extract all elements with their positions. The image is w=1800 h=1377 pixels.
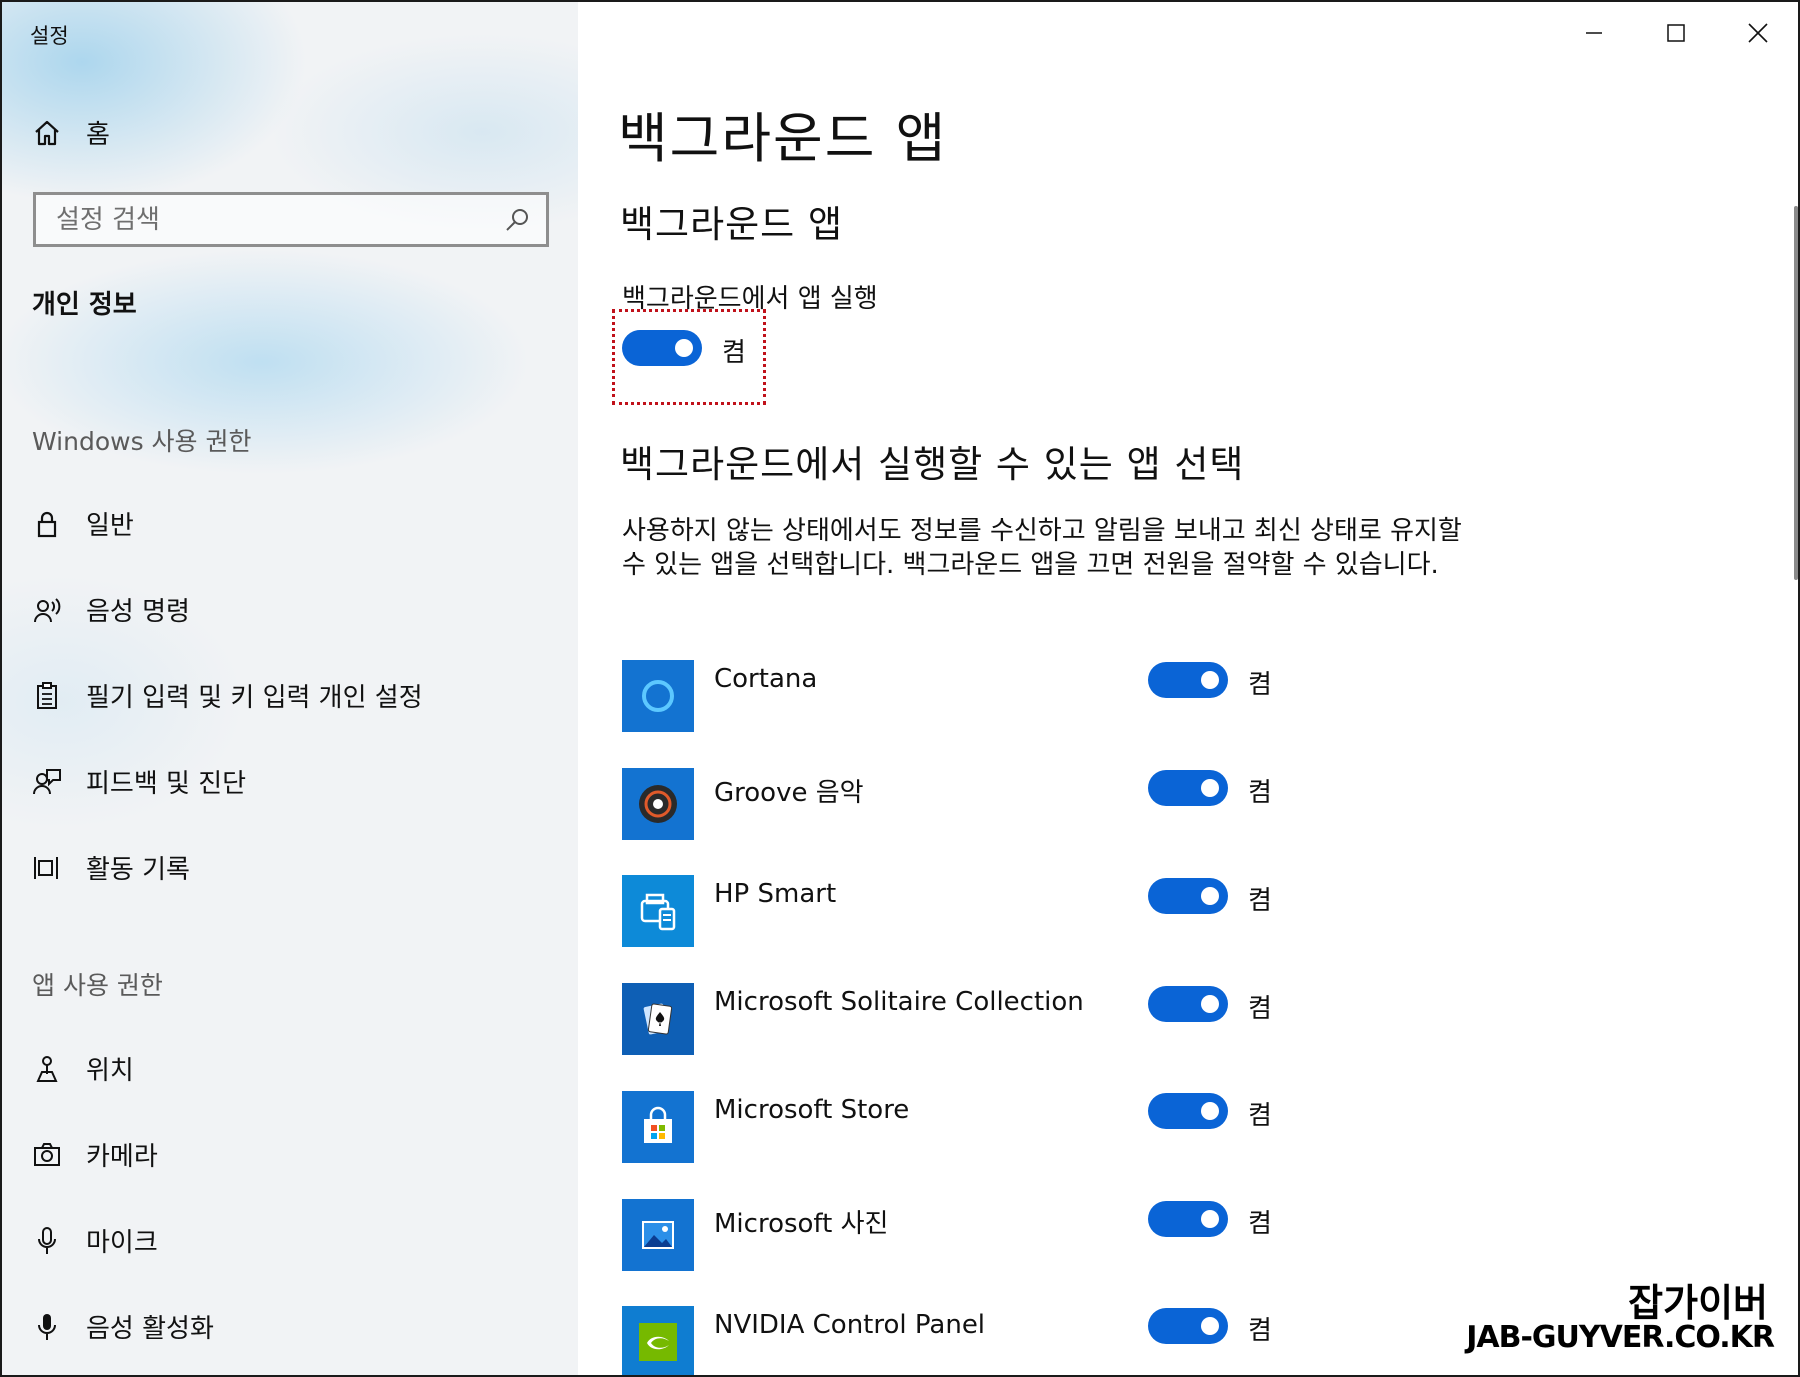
toggle-knob <box>1201 887 1219 905</box>
watermark-url: JAB-GUYVER.CO.KR <box>1466 1320 1775 1355</box>
solitaire-toggle-state: 켬 <box>1248 994 1272 1024</box>
sidebar-item-speech[interactable]: 음성 명령 <box>30 591 190 628</box>
sidebar-item-label: 활동 기록 <box>86 855 190 885</box>
run-in-background-state: 켬 <box>722 338 746 368</box>
section-title-background-apps: 백그라운드 앱 <box>620 203 844 246</box>
toggle-knob <box>1201 1102 1219 1120</box>
photos-toggle-state: 켬 <box>1248 1209 1272 1239</box>
app-name: Cortana <box>714 664 818 694</box>
nvidia-toggle[interactable] <box>1148 1308 1228 1344</box>
scrollbar[interactable] <box>1794 206 1798 580</box>
solitaire-toggle[interactable] <box>1148 986 1228 1022</box>
location-icon <box>30 1052 64 1086</box>
sidebar-item-label: 일반 <box>86 511 134 541</box>
app-permissions-heading: 앱 사용 권한 <box>32 971 163 1000</box>
sidebar-item-voice-activation[interactable]: 음성 활성화 <box>30 1308 214 1345</box>
app-name: NVIDIA Control Panel <box>714 1310 986 1340</box>
sidebar-section-title: 개인 정보 <box>32 290 137 320</box>
sidebar-item-label: 음성 활성화 <box>86 1314 214 1344</box>
sidebar-item-feedback[interactable]: 피드백 및 진단 <box>30 763 246 800</box>
sidebar: 설정 홈 개인 정보 Windows 사용 권한 일반 음성 명령 <box>2 2 578 1375</box>
sidebar-item-activity-history[interactable]: 활동 기록 <box>30 849 190 886</box>
toggle-knob <box>1201 1210 1219 1228</box>
toggle-knob <box>1201 995 1219 1013</box>
groove-music-toggle-state: 켬 <box>1248 778 1272 808</box>
sidebar-item-home[interactable]: 홈 <box>30 114 110 151</box>
toggle-knob <box>1201 671 1219 689</box>
photos-icon <box>622 1199 694 1271</box>
nvidia-toggle-state: 켬 <box>1248 1316 1272 1346</box>
page-title: 백그라운드 앱 <box>618 107 948 170</box>
app-title: 설정 <box>30 24 69 48</box>
search-icon[interactable] <box>502 205 532 235</box>
timeline-icon <box>30 851 64 885</box>
watermark-korean: 잡가이버 <box>1628 1281 1768 1325</box>
store-icon <box>622 1091 694 1163</box>
sidebar-item-microphone[interactable]: 마이크 <box>30 1222 158 1259</box>
sidebar-item-label: 위치 <box>86 1056 134 1086</box>
sidebar-item-label: 홈 <box>86 120 110 150</box>
groove-music-toggle[interactable] <box>1148 770 1228 806</box>
photos-toggle[interactable] <box>1148 1201 1228 1237</box>
sidebar-item-location[interactable]: 위치 <box>30 1050 134 1087</box>
store-toggle-state: 켬 <box>1248 1101 1272 1131</box>
sidebar-item-label: 카메라 <box>86 1142 158 1172</box>
groove-music-icon <box>622 768 694 840</box>
clipboard-icon <box>30 679 64 713</box>
main-content: 백그라운드 앱 백그라운드 앱 백그라운드에서 앱 실행 켬 백그라운드에서 실… <box>578 2 1798 1375</box>
search-input[interactable] <box>36 195 502 244</box>
hp-smart-icon <box>622 875 694 947</box>
app-name: Microsoft Store <box>714 1095 910 1125</box>
windows-permissions-heading: Windows 사용 권한 <box>32 427 252 456</box>
cortana-toggle-state: 켬 <box>1248 670 1272 700</box>
voice-icon <box>30 593 64 627</box>
app-name: HP Smart <box>714 879 837 909</box>
app-name: Microsoft 사진 <box>714 1209 889 1239</box>
cortana-toggle[interactable] <box>1148 662 1228 698</box>
app-name: Microsoft Solitaire Collection <box>714 987 1084 1017</box>
app-name: Groove 음악 <box>714 778 864 808</box>
sidebar-item-camera[interactable]: 카메라 <box>30 1136 158 1173</box>
sidebar-item-label: 필기 입력 및 키 입력 개인 설정 <box>86 683 423 713</box>
cortana-icon <box>622 660 694 732</box>
section-title-choose-apps: 백그라운드에서 실행할 수 있는 앱 선택 <box>620 443 1245 486</box>
voice-activation-icon <box>30 1310 64 1344</box>
microphone-icon <box>30 1224 64 1258</box>
sidebar-item-label: 음성 명령 <box>86 597 190 627</box>
description-text: 사용하지 않는 상태에서도 정보를 수신하고 알림을 보내고 최신 상태로 유지… <box>622 516 1462 580</box>
sidebar-item-inking-typing[interactable]: 필기 입력 및 키 입력 개인 설정 <box>30 677 423 714</box>
settings-window: 설정 홈 개인 정보 Windows 사용 권한 일반 음성 명령 <box>0 0 1800 1377</box>
lock-icon <box>30 507 64 541</box>
run-in-background-toggle[interactable] <box>622 330 702 366</box>
toggle-knob <box>1201 1317 1219 1335</box>
toggle-knob <box>675 339 693 357</box>
hp-smart-toggle[interactable] <box>1148 878 1228 914</box>
camera-icon <box>30 1138 64 1172</box>
solitaire-icon <box>622 983 694 1055</box>
feedback-icon <box>30 765 64 799</box>
store-toggle[interactable] <box>1148 1093 1228 1129</box>
sidebar-item-label: 피드백 및 진단 <box>86 769 247 799</box>
search-box[interactable] <box>33 192 549 247</box>
toggle-knob <box>1201 779 1219 797</box>
nvidia-icon <box>622 1306 694 1375</box>
hp-smart-toggle-state: 켬 <box>1248 886 1272 916</box>
sidebar-item-general[interactable]: 일반 <box>30 505 134 542</box>
home-icon <box>30 116 64 150</box>
sidebar-item-label: 마이크 <box>86 1228 158 1258</box>
